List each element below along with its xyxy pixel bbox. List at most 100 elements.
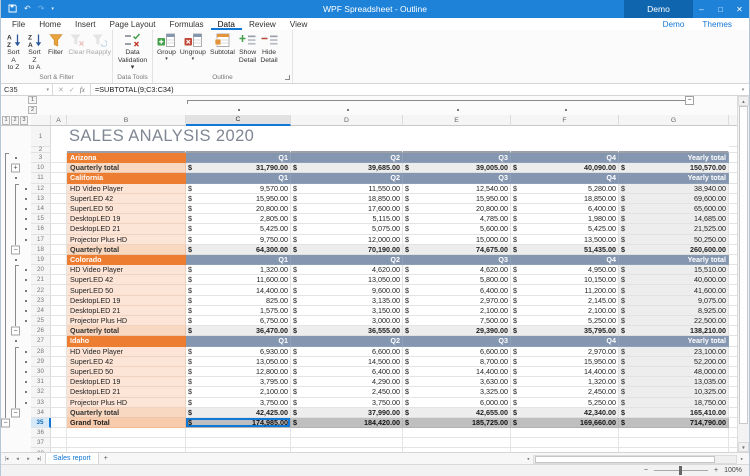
cell-value[interactable]: $37,990.00: [291, 408, 403, 418]
row-outline-level-3-button[interactable]: 3: [20, 116, 28, 125]
cell-value[interactable]: $36,555.00: [291, 326, 403, 336]
cell-a[interactable]: [51, 428, 67, 438]
cell-value[interactable]: $5,800.00: [403, 275, 511, 285]
cell-a[interactable]: [51, 296, 67, 306]
cell-value[interactable]: $3,750.00: [186, 398, 291, 408]
cell-value[interactable]: $6,400.00: [291, 367, 403, 377]
cell-label[interactable]: DesktopLED 19: [67, 296, 186, 306]
qat-dropdown-icon[interactable]: ▾: [51, 5, 54, 13]
cell-value[interactable]: $4,620.00: [291, 265, 403, 275]
enter-icon[interactable]: ✓: [69, 86, 75, 94]
column-header-A[interactable]: A: [51, 115, 67, 126]
cell-value[interactable]: $14,400.00: [511, 367, 619, 377]
cell-value[interactable]: Q1: [186, 153, 291, 163]
tab-review[interactable]: Review: [242, 18, 283, 30]
filter-button[interactable]: Filter: [45, 31, 66, 57]
cell-a[interactable]: [51, 316, 67, 326]
column-outline-level-2-button[interactable]: 2: [28, 106, 37, 114]
cell-value[interactable]: $48,000.00: [619, 367, 729, 377]
outline-collapse-button[interactable]: −: [11, 245, 20, 254]
cell-label[interactable]: SuperLED 42: [67, 194, 186, 204]
cell-a[interactable]: [51, 306, 67, 316]
cell-value[interactable]: $15,950.00: [186, 194, 291, 204]
cell-value[interactable]: $14,400.00: [186, 285, 291, 295]
cell-value[interactable]: [403, 126, 511, 147]
cell-value[interactable]: Q1: [186, 255, 291, 265]
cancel-icon[interactable]: ✕: [58, 86, 64, 94]
cell-value[interactable]: [619, 438, 729, 448]
cell-value[interactable]: Q2: [291, 336, 403, 346]
cell-a[interactable]: [51, 214, 67, 224]
vertical-scrollbar[interactable]: ▲ ▼: [737, 96, 749, 452]
cell-label[interactable]: Projector Plus HD: [67, 235, 186, 245]
row-header-29[interactable]: 29: [31, 357, 51, 367]
cell-a[interactable]: [51, 235, 67, 245]
cell-value[interactable]: Q1: [186, 336, 291, 346]
save-icon[interactable]: [8, 4, 17, 15]
cell-value[interactable]: $13,050.00: [186, 357, 291, 367]
cell-value[interactable]: $5,280.00: [511, 184, 619, 194]
cell-value[interactable]: Yearly total: [619, 153, 729, 163]
zoom-out-icon[interactable]: −: [644, 467, 648, 474]
sort-a-to-z-button[interactable]: AZ Sort A to Z: [3, 31, 24, 72]
cell-value[interactable]: $4,290.00: [291, 377, 403, 387]
cell-value[interactable]: $5,250.00: [511, 316, 619, 326]
cell-a[interactable]: [51, 285, 67, 295]
cell-value[interactable]: $2,805.00: [186, 214, 291, 224]
cell-value[interactable]: $5,250.00: [511, 398, 619, 408]
cell-value[interactable]: $15,950.00: [403, 194, 511, 204]
cell-value[interactable]: [291, 428, 403, 438]
dialog-launcher-icon[interactable]: [285, 75, 290, 80]
cell-a[interactable]: [51, 265, 67, 275]
cell-a[interactable]: [51, 204, 67, 214]
cell-value[interactable]: [186, 438, 291, 448]
cell-value[interactable]: Q2: [291, 153, 403, 163]
cell-value[interactable]: $6,750.00: [186, 316, 291, 326]
row-outline-level-2-button[interactable]: 2: [11, 116, 19, 125]
undo-icon[interactable]: ↶: [24, 5, 31, 13]
cell-value[interactable]: $5,425.00: [186, 224, 291, 234]
cell-value[interactable]: $4,785.00: [403, 214, 511, 224]
cell-value[interactable]: $185,725.00: [403, 418, 511, 428]
minimize-button[interactable]: –: [692, 0, 711, 18]
cell-value[interactable]: $39,005.00: [403, 163, 511, 173]
cell-value[interactable]: $15,950.00: [511, 357, 619, 367]
horizontal-scrollbar-track[interactable]: [533, 455, 737, 464]
cell-label[interactable]: DesktopLED 21: [67, 224, 186, 234]
ribbon-link-demo[interactable]: Demo: [656, 20, 692, 29]
row-header-16[interactable]: 16: [31, 224, 51, 234]
scroll-up-icon[interactable]: ▲: [738, 96, 749, 106]
column-header-E[interactable]: E: [403, 115, 511, 126]
formula-bar-expand-icon[interactable]: ▾: [737, 84, 749, 95]
cell-value[interactable]: $29,390.00: [403, 326, 511, 336]
cell-value[interactable]: $10,150.00: [511, 275, 619, 285]
cell-a[interactable]: [51, 438, 67, 448]
cell-value[interactable]: $51,435.00: [511, 245, 619, 255]
tab-page-layout[interactable]: Page Layout: [103, 18, 163, 30]
cell-value[interactable]: $64,300.00: [186, 245, 291, 255]
cell-label[interactable]: SuperLED 50: [67, 204, 186, 214]
cell-value[interactable]: Q4: [511, 173, 619, 183]
cell-label[interactable]: SALES ANALYSIS 2020: [67, 126, 186, 147]
cell-label[interactable]: HD Video Player: [67, 265, 186, 275]
cell-value[interactable]: $9,075.00: [619, 296, 729, 306]
cell-value[interactable]: Q4: [511, 336, 619, 346]
cell-value[interactable]: $165,410.00: [619, 408, 729, 418]
cell-value[interactable]: $15,000.00: [403, 235, 511, 245]
row-header-19[interactable]: 19: [31, 255, 51, 265]
cell-value[interactable]: Q3: [403, 336, 511, 346]
cell-label[interactable]: Colorado: [67, 255, 186, 265]
cell-value[interactable]: $3,750.00: [291, 398, 403, 408]
cell-value[interactable]: $12,800.00: [186, 367, 291, 377]
maximize-button[interactable]: □: [711, 0, 730, 18]
cell-value[interactable]: $14,400.00: [403, 367, 511, 377]
cell-value[interactable]: [619, 428, 729, 438]
tab-formulas[interactable]: Formulas: [163, 18, 211, 30]
cell-value[interactable]: $3,630.00: [403, 377, 511, 387]
cell-label[interactable]: California: [67, 173, 186, 183]
cell-value[interactable]: [511, 438, 619, 448]
column-header-F[interactable]: F: [511, 115, 619, 126]
last-sheet-icon[interactable]: ▸|: [34, 456, 45, 462]
cell-value[interactable]: $22,500.00: [619, 316, 729, 326]
row-header-28[interactable]: 28: [31, 347, 51, 357]
